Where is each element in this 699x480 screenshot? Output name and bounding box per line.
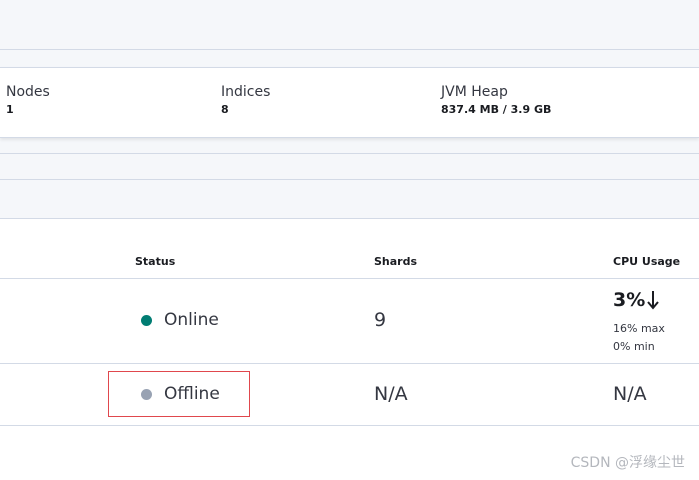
cpu-usage-value: N/A: [613, 383, 647, 405]
jvm-heap-stat: JVM Heap 837.4 MB / 3.9 GB: [441, 83, 551, 117]
row-divider: [0, 363, 699, 364]
row-divider: [0, 425, 699, 426]
nodes-value: 1: [6, 103, 14, 116]
indices-value: 8: [221, 103, 229, 116]
arrow-down-icon: [647, 291, 660, 310]
indices-label: Indices: [221, 84, 271, 100]
shards-value: N/A: [374, 383, 408, 405]
highlight-annotation-box: [108, 371, 250, 417]
nodes-label: Nodes: [6, 84, 50, 100]
divider: [0, 153, 699, 154]
shards-value: 9: [374, 309, 387, 331]
jvm-heap-value: 837.4 MB / 3.9 GB: [441, 103, 552, 116]
jvm-heap-label: JVM Heap: [441, 84, 508, 100]
shards-column-header[interactable]: Shards: [374, 255, 417, 268]
status-online-dot-icon: [141, 314, 152, 326]
cpu-usage-column-header[interactable]: CPU Usage: [613, 255, 680, 268]
cpu-min: 0% min: [613, 340, 655, 353]
cpu-percent: 3%: [613, 289, 646, 311]
table-row-status: Online: [141, 310, 219, 330]
cluster-summary-panel: Nodes 1 Indices 8 JVM Heap 837.4 MB / 3.…: [0, 67, 699, 138]
cpu-max: 16% max: [613, 322, 665, 335]
top-header-area: [0, 0, 699, 50]
status-text: Online: [164, 310, 219, 330]
row-divider: [0, 278, 699, 279]
cpu-usage-value: 3%: [613, 289, 660, 311]
divider: [0, 179, 699, 180]
status-column-header[interactable]: Status: [135, 255, 175, 268]
indices-stat: Indices 8: [221, 83, 270, 117]
watermark-text: CSDN @浮缘尘世: [570, 455, 685, 471]
nodes-stat: Nodes 1: [6, 83, 50, 117]
nodes-table: Status Shards CPU Usage Online 9 3% 16% …: [0, 219, 699, 480]
